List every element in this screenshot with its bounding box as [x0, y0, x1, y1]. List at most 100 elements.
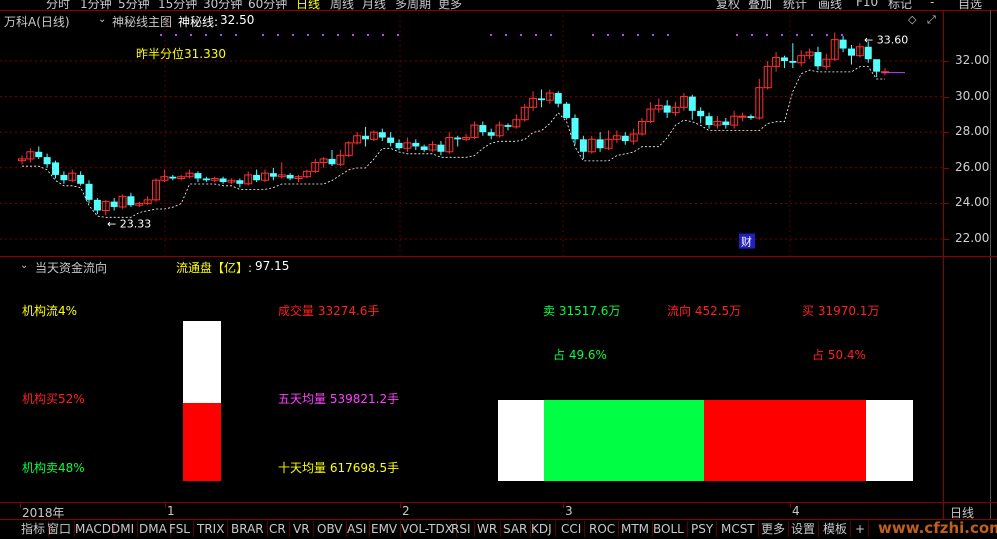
f10-button[interactable]: F10: [856, 0, 878, 9]
y-tick-mark: [943, 96, 949, 98]
candle-body: [487, 132, 495, 136]
period-5min[interactable]: 5分钟: [118, 0, 150, 10]
tab-3[interactable]: DMI: [108, 521, 139, 537]
tab-19[interactable]: ROC: [586, 521, 620, 537]
tab-25[interactable]: 设置: [788, 521, 820, 537]
marker-dot: [397, 34, 399, 36]
candle-body: [127, 196, 135, 206]
marker-dot: [205, 34, 207, 36]
marker-dot: [781, 34, 783, 36]
tab-9[interactable]: VR: [290, 521, 314, 537]
tab-17[interactable]: KDJ: [528, 521, 556, 537]
marker-dot: [175, 34, 177, 36]
candle-body: [537, 98, 545, 101]
period-30min[interactable]: 30分钟: [203, 0, 242, 10]
candle-body: [236, 180, 244, 184]
candle-body: [504, 125, 512, 127]
tab-8[interactable]: CR: [266, 521, 290, 537]
candle-body: [253, 174, 261, 181]
minus-button[interactable]: -: [930, 0, 934, 9]
marker-dot: [751, 34, 753, 36]
flow-amount: 流向 452.5万: [667, 304, 742, 318]
candle-body: [722, 121, 730, 126]
candle-body: [85, 183, 93, 200]
float-label: 流通盘【亿】:: [176, 261, 253, 275]
period-1min[interactable]: 1分钟: [80, 0, 112, 10]
tab-6[interactable]: TRIX: [194, 521, 229, 537]
watchlist-button[interactable]: 自选: [958, 0, 982, 10]
x-tick-label: 2: [402, 504, 410, 518]
buy-bar-segment: [703, 400, 866, 481]
marker-dot: [622, 34, 624, 36]
overlay-button[interactable]: 叠加: [748, 0, 772, 10]
tab-10[interactable]: OBV: [314, 521, 347, 537]
tab-24[interactable]: 更多: [758, 521, 790, 537]
marker-dot: [505, 34, 507, 36]
candle-body: [663, 105, 671, 113]
tab-22[interactable]: PSY: [688, 521, 718, 537]
xaxis-line: [0, 502, 943, 503]
candle-body: [621, 135, 629, 142]
tab-16[interactable]: SAR: [500, 521, 532, 537]
period-multi[interactable]: 多周期: [395, 0, 431, 10]
tab-26[interactable]: 模板: [820, 521, 852, 537]
x-tick-mark: [400, 502, 401, 508]
marker-dot: [292, 34, 294, 36]
y-tick-mark: [943, 167, 949, 169]
x-tick-mark: [563, 502, 564, 508]
period-more[interactable]: 更多: [438, 0, 462, 10]
avg5-label: 五天均量 539821.2手: [278, 392, 400, 406]
float-value: 97.15: [255, 259, 290, 273]
tab-14[interactable]: RSI: [448, 521, 475, 537]
tab-21[interactable]: BOLL: [650, 521, 688, 537]
x-tick-mark: [165, 502, 166, 508]
marker-dot: [811, 34, 813, 36]
draw-button[interactable]: 画线: [818, 0, 842, 10]
period-intraday[interactable]: 分时: [46, 0, 70, 10]
y-tick-label: 22.00: [955, 231, 990, 245]
marker-dot: [160, 34, 162, 36]
tab-27[interactable]: +: [852, 521, 870, 537]
tab-5[interactable]: FSL: [166, 521, 194, 537]
candle-body: [697, 110, 705, 117]
buy-percent: 占 50.4%: [812, 348, 866, 362]
tab-15[interactable]: WR: [474, 521, 502, 537]
candle-body: [387, 137, 395, 143]
y-tick-label: 26.00: [955, 159, 990, 174]
tab-23[interactable]: MCST: [718, 521, 759, 537]
adjust-button[interactable]: 复权: [716, 0, 740, 10]
funds-panel-title[interactable]: 当天资金流向: [35, 259, 107, 276]
mark-button[interactable]: 标记: [888, 0, 912, 10]
period-15min[interactable]: 15分钟: [158, 0, 197, 10]
candle-body: [839, 39, 847, 49]
candle-body: [554, 93, 562, 104]
marker-dot: [322, 34, 324, 36]
candle-body: [93, 199, 101, 211]
tab-11[interactable]: ASI: [344, 521, 371, 537]
tab-7[interactable]: BRAR: [228, 521, 268, 537]
candle-body: [738, 115, 747, 118]
candle-body: [43, 157, 51, 165]
chevron-down-icon[interactable]: ⌄: [20, 260, 28, 271]
candlestick-chart[interactable]: ← 33.60 ← 23.33 财: [0, 10, 943, 256]
candle-body: [864, 46, 872, 60]
y-tick-label: 24.00: [955, 195, 990, 210]
candle-body: [169, 176, 177, 179]
avg10-label: 十天均量 617698.5手: [278, 461, 400, 475]
x-tick-label: 4: [792, 504, 800, 518]
tab-20[interactable]: MTM: [618, 521, 654, 537]
period-weekly[interactable]: 周线: [330, 0, 354, 10]
tab-1[interactable]: 窗口: [44, 521, 76, 537]
stats-button[interactable]: 统计: [783, 0, 807, 10]
sell-bar-segment: [544, 400, 704, 481]
y-tick-mark: [943, 132, 949, 134]
tab-12[interactable]: EMV: [368, 521, 402, 537]
event-badge-label: 财: [741, 235, 752, 249]
candle-body: [202, 178, 210, 181]
period-monthly[interactable]: 月线: [362, 0, 386, 10]
period-daily[interactable]: 日线: [296, 0, 320, 10]
candle-body: [780, 57, 788, 61]
period-60min[interactable]: 60分钟: [248, 0, 287, 10]
tab-18[interactable]: CCI: [558, 521, 586, 537]
marker-dot: [841, 34, 843, 36]
